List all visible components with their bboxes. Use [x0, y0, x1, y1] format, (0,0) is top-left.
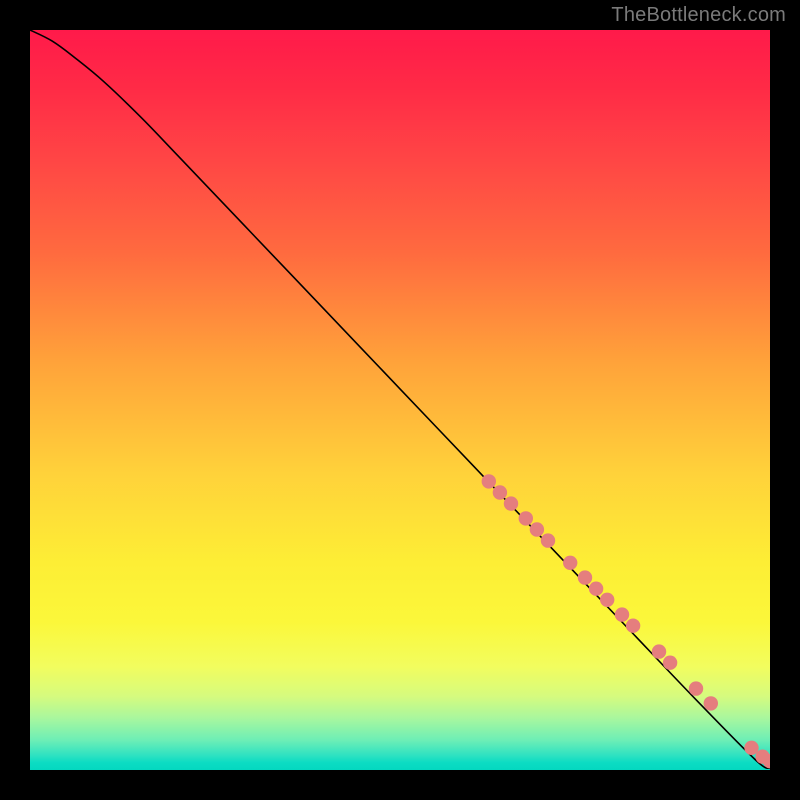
sample-dots-group: [482, 474, 770, 768]
sample-dot: [589, 582, 603, 596]
sample-dot: [578, 570, 592, 584]
sample-dot: [663, 656, 677, 670]
sample-dot: [541, 533, 555, 547]
sample-dot: [704, 696, 718, 710]
curve-overlay: [30, 30, 770, 770]
sample-dot: [504, 496, 518, 510]
sample-dot: [626, 619, 640, 633]
sample-dot: [600, 593, 614, 607]
sample-dot: [493, 485, 507, 499]
sample-dot: [530, 522, 544, 536]
sample-dot: [689, 681, 703, 695]
plot-area: [30, 30, 770, 770]
sample-dot: [563, 556, 577, 570]
sample-dot: [615, 607, 629, 621]
watermark-text: TheBottleneck.com: [611, 4, 786, 27]
sample-dot: [652, 644, 666, 658]
chart-stage: TheBottleneck.com: [0, 0, 800, 800]
sample-dot: [482, 474, 496, 488]
sample-dot: [519, 511, 533, 525]
